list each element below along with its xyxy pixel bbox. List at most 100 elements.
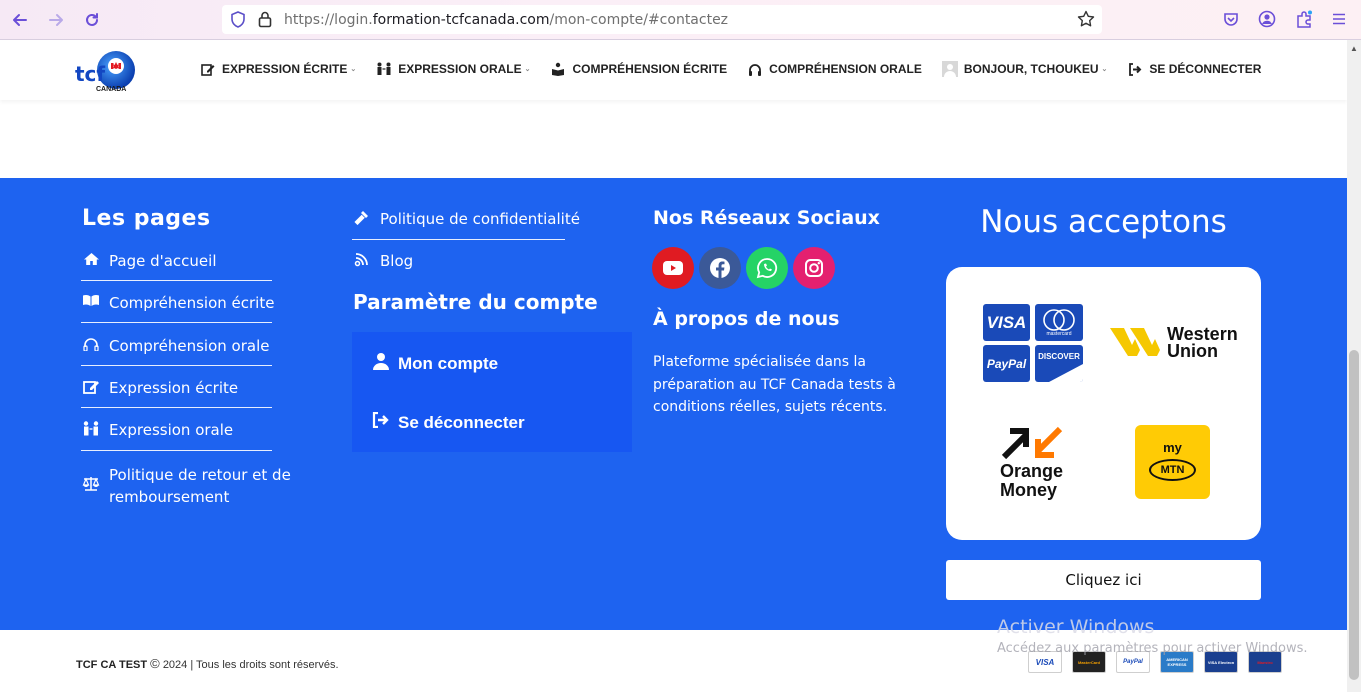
instagram-icon[interactable] <box>793 247 835 289</box>
western-text-2: Union <box>1167 341 1218 361</box>
menu-user-account[interactable]: BONJOUR, TCHOUKEU ⌄ <box>941 61 1108 77</box>
menu-icon[interactable] <box>1331 11 1347 32</box>
menu-comprehension-orale[interactable]: COMPRÉHENSION ORALE <box>747 62 922 76</box>
site-footer: Les pages Page d'accueil Compréhension é… <box>0 178 1347 630</box>
paypal-logo: PayPal <box>983 345 1030 382</box>
pages-title: Les pages <box>82 206 211 231</box>
menu-label: COMPRÉHENSION ÉCRITE <box>572 62 728 76</box>
link-label-multiline: Politique de retour et de remboursement <box>109 464 291 508</box>
western-union-logo <box>1110 325 1168 364</box>
extensions-icon[interactable] <box>1295 10 1313 33</box>
shield-icon[interactable] <box>230 11 246 33</box>
footer-link-expression-orale[interactable]: Expression orale <box>81 421 233 439</box>
scroll-up-icon[interactable]: ▲ <box>1350 44 1358 53</box>
windows-watermark-subtitle: Accédez aux paramètres pour activer Wind… <box>997 641 1308 656</box>
link-label: Compréhension orale <box>109 337 270 355</box>
paypal-text: PayPal <box>986 356 1027 371</box>
menu-logout[interactable]: SE DÉCONNECTER <box>1127 62 1261 76</box>
mastercard-logo: mastercard <box>1035 304 1083 341</box>
menu-label: COMPRÉHENSION ORALE <box>769 62 922 76</box>
back-icon[interactable] <box>8 8 32 32</box>
footer-link-expression-ecrite[interactable]: Expression écrite <box>81 379 238 397</box>
social-title: Nos Réseaux Sociaux <box>653 207 880 229</box>
address-bar[interactable]: https://login.formation-tcfcanada.com/mo… <box>222 5 1102 34</box>
footer-link-comprehension-ecrite[interactable]: Compréhension écrite <box>81 294 274 312</box>
link-label: Page d'accueil <box>109 252 217 270</box>
people-icon <box>376 62 392 76</box>
copyright-text: TCF CA TEST © 2024 | Tous les droits son… <box>76 656 339 671</box>
footer-link-refund-policy[interactable]: Politique de retour et de remboursement <box>81 464 291 508</box>
logout-link[interactable]: Se déconnecter <box>372 411 525 433</box>
western-union-text: Western Union <box>1167 325 1238 361</box>
browser-toolbar: https://login.formation-tcfcanada.com/mo… <box>0 0 1361 40</box>
logout-icon <box>372 411 390 433</box>
divider <box>81 450 272 451</box>
about-text: Plateforme spécialisée dans la préparati… <box>653 351 896 419</box>
link-label: Expression orale <box>109 421 234 439</box>
mastercard-text: mastercard <box>1046 331 1072 337</box>
orange-text-2: Money <box>1000 480 1058 500</box>
main-menu: EXPRESSION ÉCRITE ⌄ EXPRESSION ORALE ⌄ COM… <box>200 61 1281 77</box>
youtube-icon[interactable] <box>652 247 694 289</box>
footer-link-blog[interactable]: Blog <box>352 252 413 270</box>
footer-link-comprehension-orale[interactable]: Compréhension orale <box>81 337 269 355</box>
edit-icon <box>200 62 216 76</box>
windows-watermark-title: Activer Windows <box>997 616 1155 638</box>
blog-icon <box>352 252 372 267</box>
divider <box>81 407 272 408</box>
link-label: Se déconnecter <box>398 412 525 432</box>
tcf-logo[interactable]: tcf CANADA <box>74 44 144 96</box>
brand-name: TCF CA TEST <box>76 659 148 671</box>
menu-label: EXPRESSION ÉCRITE <box>222 62 348 76</box>
click-here-button[interactable]: Cliquez ici <box>946 560 1261 600</box>
discover-logo: DISCOVER <box>1035 345 1083 382</box>
chevron-down-icon: ⌄ <box>1101 66 1108 73</box>
forward-icon[interactable] <box>44 8 68 32</box>
facebook-icon[interactable] <box>699 247 741 289</box>
divider <box>81 280 272 281</box>
logo-subtext: CANADA <box>96 86 127 93</box>
menu-label: SE DÉCONNECTER <box>1149 62 1262 76</box>
page-scrollbar[interactable]: ▲ <box>1347 40 1361 692</box>
user-icon <box>372 352 390 375</box>
menu-label: EXPRESSION ORALE <box>398 62 522 76</box>
menu-label: BONJOUR, TCHOUKEU <box>963 62 1099 76</box>
about-text-line: Plateforme spécialisée dans la <box>653 354 866 370</box>
scrollbar-thumb[interactable] <box>1349 350 1359 680</box>
link-label-line1: Politique de retour et de <box>109 466 291 484</box>
my-account-link[interactable]: Mon compte <box>372 352 498 375</box>
headphones-icon <box>81 337 101 351</box>
lock-icon[interactable] <box>258 11 272 33</box>
about-text-line: conditions réelles, sujets récents. <box>653 399 888 415</box>
menu-expression-ecrite[interactable]: EXPRESSION ÉCRITE ⌄ <box>200 62 356 76</box>
reader-icon <box>550 62 566 76</box>
logo-text: tcf <box>75 62 106 86</box>
account-settings-title: Paramètre du compte <box>353 290 598 314</box>
link-label: Politique de confidentialité <box>380 210 580 228</box>
whatsapp-icon[interactable] <box>746 247 788 289</box>
reload-icon[interactable] <box>80 8 104 32</box>
menu-comprehension-ecrite[interactable]: COMPRÉHENSION ÉCRITE <box>550 62 727 76</box>
footer-link-home[interactable]: Page d'accueil <box>81 252 216 270</box>
bookmark-star-icon[interactable] <box>1077 10 1095 33</box>
account-menu: Mon compte Se déconnecter <box>352 332 632 452</box>
mtn-momo-logo: my MTN <box>1135 425 1210 499</box>
orange-text-1: Orange <box>1000 461 1064 481</box>
visa-logo: VISA <box>983 304 1030 341</box>
chevron-down-icon: ⌄ <box>524 66 531 73</box>
edit-icon <box>81 379 101 394</box>
mtn-oval: MTN <box>1149 459 1196 481</box>
payments-title: Nous acceptons <box>980 204 1227 240</box>
pocket-icon[interactable] <box>1223 11 1239 32</box>
about-title: À propos de nous <box>653 308 840 330</box>
url-text: https://login.formation-tcfcanada.com/mo… <box>284 12 729 28</box>
menu-expression-orale[interactable]: EXPRESSION ORALE ⌄ <box>376 62 530 76</box>
avatar-icon <box>941 61 958 77</box>
home-icon <box>81 252 101 266</box>
book-icon <box>81 294 101 307</box>
link-label: Mon compte <box>398 353 499 373</box>
mtn-text-my: my <box>1163 440 1182 455</box>
account-icon[interactable] <box>1258 10 1276 33</box>
payment-methods-card: VISA mastercard PayPal DISCOVER Western … <box>946 267 1261 540</box>
footer-link-privacy[interactable]: Politique de confidentialité <box>352 210 580 228</box>
